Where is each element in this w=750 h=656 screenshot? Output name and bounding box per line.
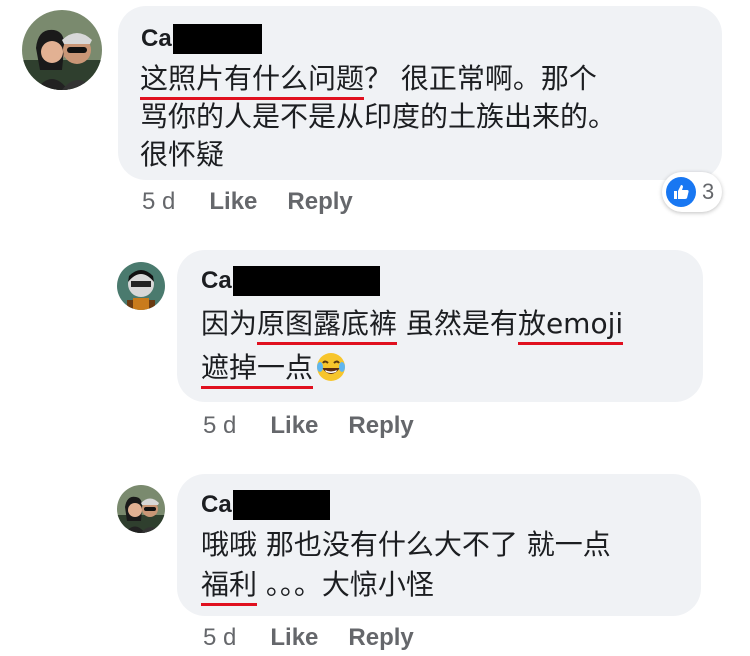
- comment-text-segment: 虽然是有: [397, 307, 518, 340]
- underlined-text: 这照片有什么问题: [140, 62, 365, 100]
- couple-photo-icon: [22, 10, 102, 90]
- comment-text-segment: 。。。大惊小怪: [257, 568, 434, 601]
- comment-text: 这照片有什么问题？ 很正常啊。那个 骂你的人是不是从印度的土族出来的。 很怀疑: [140, 60, 616, 174]
- comment-actions: 5 d Like Reply: [203, 624, 444, 652]
- author-name-visible[interactable]: Ca: [141, 25, 172, 53]
- underlined-text: 原图露底裤: [257, 307, 398, 345]
- comment-text-line: 很怀疑: [140, 138, 225, 171]
- comment-actions: 5 d Like Reply: [142, 188, 383, 216]
- comment-actions: 5 d Like Reply: [203, 412, 444, 440]
- comment-text: 因为原图露底裤 虽然是有放emoji 遮掉一点: [201, 302, 624, 396]
- reply-button[interactable]: Reply: [348, 412, 413, 440]
- underlined-text: 放emoji: [517, 307, 624, 345]
- reaction-summary[interactable]: 3: [662, 172, 723, 212]
- comment-author[interactable]: Ca: [201, 490, 330, 520]
- like-thumb-icon: [666, 177, 696, 207]
- comment-author[interactable]: Ca: [141, 24, 262, 54]
- like-button[interactable]: Like: [209, 188, 257, 216]
- timestamp[interactable]: 5 d: [203, 624, 236, 652]
- comment-text-line: 骂你的人是不是从印度的土族出来的。: [140, 100, 617, 133]
- comment-text-segment: ？ 很正常啊。那个: [364, 62, 597, 95]
- timestamp[interactable]: 5 d: [142, 188, 175, 216]
- comment-text: 哦哦 那也没有什么大不了 就一点 福利 。。。大惊小怪: [201, 525, 611, 606]
- underlined-text: 遮掉一点: [201, 351, 314, 389]
- avatar[interactable]: [22, 10, 102, 90]
- like-button[interactable]: Like: [270, 412, 318, 440]
- comment-text-line: 哦哦 那也没有什么大不了 就一点: [201, 528, 611, 561]
- reaction-count: 3: [702, 179, 715, 204]
- redaction-bar: [232, 266, 380, 296]
- timestamp[interactable]: 5 d: [203, 412, 236, 440]
- comment-author[interactable]: Ca: [201, 266, 380, 296]
- comment-text-segment: 因为: [201, 307, 258, 340]
- reply-button[interactable]: Reply: [348, 624, 413, 652]
- character-avatar-icon: [117, 262, 165, 310]
- author-name-visible[interactable]: Ca: [201, 267, 232, 295]
- comment-thread: Ca 这照片有什么问题？ 很正常啊。那个 骂你的人是不是从印度的土族出来的。 很…: [0, 0, 750, 656]
- avatar[interactable]: [117, 262, 165, 310]
- couple-photo-icon: [117, 485, 165, 533]
- redaction-bar: [232, 490, 330, 520]
- avatar[interactable]: [117, 485, 165, 533]
- like-button[interactable]: Like: [270, 624, 318, 652]
- underlined-text: 福利: [201, 568, 258, 606]
- reply-button[interactable]: Reply: [287, 188, 352, 216]
- laughing-tears-emoji-icon: [315, 351, 347, 396]
- author-name-visible[interactable]: Ca: [201, 491, 232, 519]
- redaction-bar: [172, 24, 262, 54]
